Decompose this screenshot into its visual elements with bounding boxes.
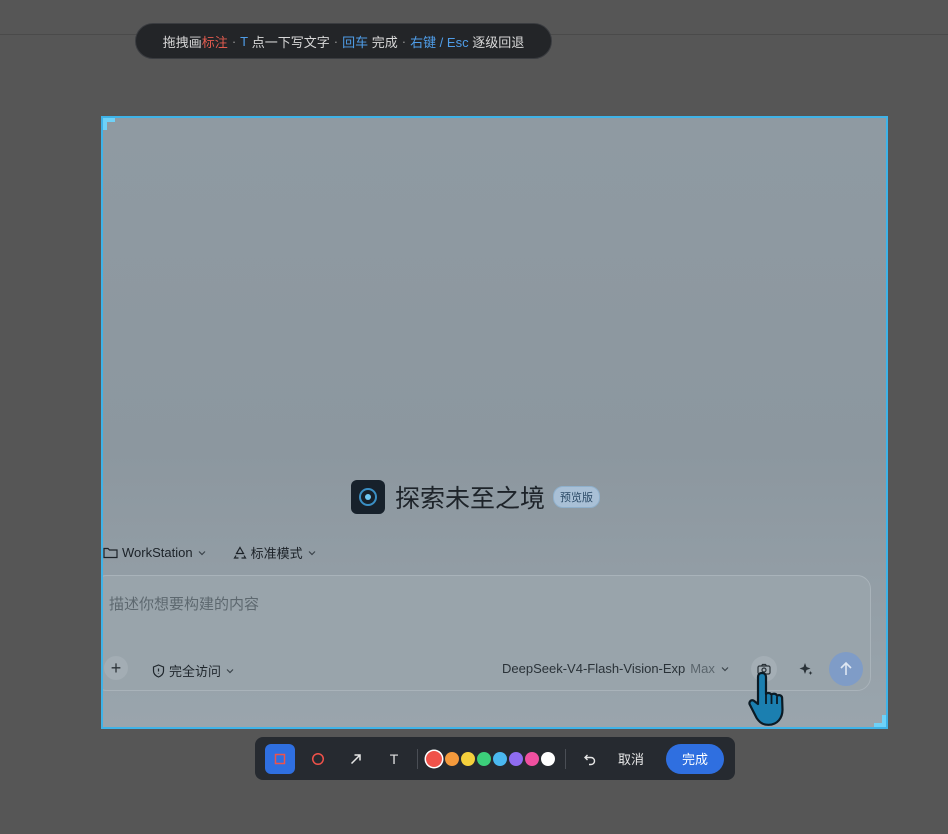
- hint-back-text: 逐级回退: [468, 34, 525, 50]
- hint-drag-text: 拖拽画: [162, 34, 202, 50]
- chevron-down-icon: [308, 550, 316, 555]
- annotation-hint-bar: 拖拽画 标注 · T 点一下写文字 · 回车 完成 · 右键 / Esc 逐级回…: [135, 23, 552, 59]
- model-selector[interactable]: DeepSeek-V4-Flash-Vision-Exp Max: [502, 661, 730, 676]
- arrow-tool[interactable]: [341, 744, 371, 774]
- prompt-placeholder[interactable]: 描述你想要构建的内容: [109, 593, 259, 614]
- shield-icon: [152, 663, 165, 678]
- hint-separator: ·: [231, 33, 237, 49]
- mode-label: 标准模式: [250, 546, 303, 561]
- sparkle-icon: [799, 663, 813, 675]
- arrow-icon: [350, 753, 361, 764]
- selection-handle-top-left[interactable]: [103, 118, 115, 130]
- add-attachment-button[interactable]: +: [104, 656, 128, 680]
- hint-write-text: 点一下写文字: [248, 34, 330, 50]
- color-swatch[interactable]: [541, 751, 555, 766]
- ellipse-tool[interactable]: [303, 744, 333, 774]
- hint-separator: ·: [401, 33, 407, 49]
- chevron-down-icon: [226, 668, 234, 673]
- enhance-button[interactable]: [793, 656, 819, 682]
- access-label: 完全访问: [169, 664, 222, 679]
- rectangle-icon: [274, 753, 286, 764]
- workspace-label: WorkStation: [122, 545, 193, 560]
- undo-button[interactable]: [576, 745, 604, 773]
- hint-text-key: T: [240, 33, 249, 49]
- annotation-toolbar: T 取消 完成: [255, 737, 735, 780]
- model-tier: Max: [690, 661, 715, 676]
- color-swatch[interactable]: [477, 751, 491, 766]
- undo-icon: [584, 754, 596, 765]
- mode-selector[interactable]: 标准模式: [233, 543, 317, 562]
- toolbar-divider: [565, 748, 566, 769]
- access-selector[interactable]: 完全访问: [152, 661, 235, 680]
- color-swatch[interactable]: [525, 751, 539, 766]
- cancel-button[interactable]: 取消: [618, 749, 644, 768]
- hand-cursor-icon: [748, 671, 784, 726]
- hint-enter-key: 回车: [342, 34, 369, 50]
- selection-handle-bottom-right[interactable]: [874, 715, 886, 727]
- chevron-down-icon: [721, 666, 729, 671]
- color-palette: [426, 750, 557, 767]
- done-button[interactable]: 完成: [666, 743, 725, 774]
- context-row: WorkStation 标准模式: [103, 543, 343, 562]
- app-logo: [351, 480, 385, 514]
- hint-escape-key: 右键 / Esc: [410, 34, 469, 50]
- hint-separator: ·: [333, 33, 339, 49]
- recycle-icon: [233, 545, 247, 559]
- color-swatch[interactable]: [493, 751, 507, 766]
- color-swatch[interactable]: [509, 751, 523, 766]
- toolbar-divider: [417, 748, 418, 769]
- rectangle-tool[interactable]: [265, 743, 295, 774]
- model-name: DeepSeek-V4-Flash-Vision-Exp: [502, 661, 686, 676]
- workspace-selector[interactable]: WorkStation: [103, 545, 207, 560]
- chevron-down-icon: [198, 550, 206, 555]
- color-swatch[interactable]: [461, 751, 475, 766]
- hero-title: 探索未至之境: [395, 485, 546, 513]
- color-swatch[interactable]: [445, 751, 459, 766]
- circle-icon: [311, 752, 325, 765]
- text-tool[interactable]: T: [379, 744, 409, 774]
- color-swatch[interactable]: [426, 750, 442, 767]
- arrow-up-icon: [840, 661, 852, 675]
- preview-badge: 预览版: [553, 486, 601, 508]
- hint-annotate-text: 标注: [201, 34, 228, 50]
- hint-complete-text: 完成: [368, 34, 398, 50]
- hero: 探索未至之境 预览版: [351, 479, 601, 515]
- send-button[interactable]: [829, 652, 863, 686]
- capture-selection[interactable]: 探索未至之境 预览版 WorkStation 标准模式 描述你想要构建的内容 +…: [101, 116, 888, 729]
- folder-icon: [103, 547, 118, 559]
